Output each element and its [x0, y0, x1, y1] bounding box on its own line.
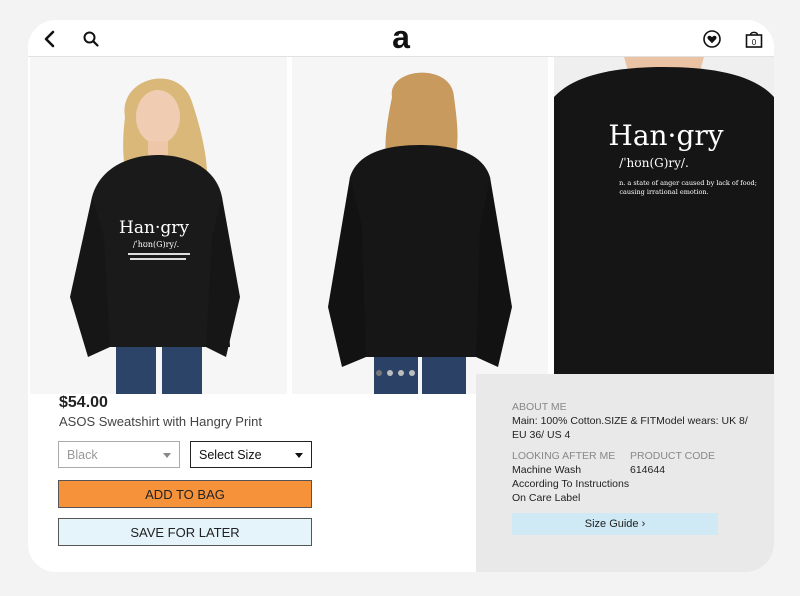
closeup-print-word: Han·gry: [608, 119, 723, 152]
gallery-pagination[interactable]: [376, 370, 415, 376]
closeup-print-def-1: n. a state of anger caused by lack of fo…: [619, 179, 757, 187]
logo-letter: a: [392, 23, 410, 53]
save-for-later-button[interactable]: SAVE FOR LATER: [58, 518, 312, 546]
size-select-value: Select Size: [199, 447, 262, 462]
product-gallery[interactable]: Han·gry /ˈhʊn(G)ry/. Han·gry /ˈhʊn(G)ry/…: [30, 57, 774, 421]
saved-items-icon[interactable]: [701, 28, 723, 50]
about-me-text: Main: 100% Cotton.SIZE & FITModel wears:…: [512, 415, 748, 441]
svg-text:0: 0: [752, 38, 757, 47]
app-frame: a 0 Han·gry /ˈhʊn(G)ry/. Han·gry /ˈhʊn(G…: [28, 20, 774, 572]
product-code-label: PRODUCT CODE: [630, 450, 715, 462]
pagination-dot[interactable]: [387, 370, 393, 376]
print-phonetic: /ˈhʊn(G)ry/.: [133, 240, 179, 249]
pagination-dot[interactable]: [376, 370, 382, 376]
product-name: ASOS Sweatshirt with Hangry Print: [59, 414, 263, 429]
product-photo-front[interactable]: Han·gry /ˈhʊn(G)ry/.: [30, 57, 287, 394]
closeup-print-phonetic: /ˈhʊn(G)ry/.: [619, 156, 689, 170]
product-code-value: 614644: [630, 464, 666, 476]
about-me-label: ABOUT ME: [512, 401, 567, 413]
size-select[interactable]: Select Size: [190, 441, 312, 468]
closeup-print-def-2: causing irrational emotion.: [619, 188, 708, 196]
back-icon[interactable]: [38, 28, 60, 50]
product-info-panel: ABOUT ME Main: 100% Cotton.SIZE & FITMod…: [476, 374, 774, 572]
pagination-dot[interactable]: [409, 370, 415, 376]
asos-logo[interactable]: a: [386, 20, 416, 55]
add-to-bag-button[interactable]: ADD TO BAG: [58, 480, 312, 508]
bag-icon[interactable]: 0: [743, 28, 765, 50]
pagination-dot[interactable]: [398, 370, 404, 376]
product-photo-closeup[interactable]: Han·gry /ˈhʊn(G)ry/. n. a state of anger…: [554, 57, 774, 394]
print-word: Han·gry: [119, 218, 189, 238]
care-text: Machine Wash According To Instructions O…: [512, 464, 630, 504]
color-select-value: Black: [67, 447, 98, 462]
size-guide-button[interactable]: Size Guide ›: [512, 513, 718, 535]
product-price: $54.00: [59, 394, 108, 411]
top-nav: a 0: [28, 20, 774, 57]
chevron-down-icon: [295, 453, 303, 458]
chevron-down-icon: [163, 453, 171, 458]
search-icon[interactable]: [80, 28, 102, 50]
product-photo-back[interactable]: [292, 57, 548, 394]
care-label: LOOKING AFTER ME: [512, 450, 616, 462]
color-select[interactable]: Black: [58, 441, 180, 468]
